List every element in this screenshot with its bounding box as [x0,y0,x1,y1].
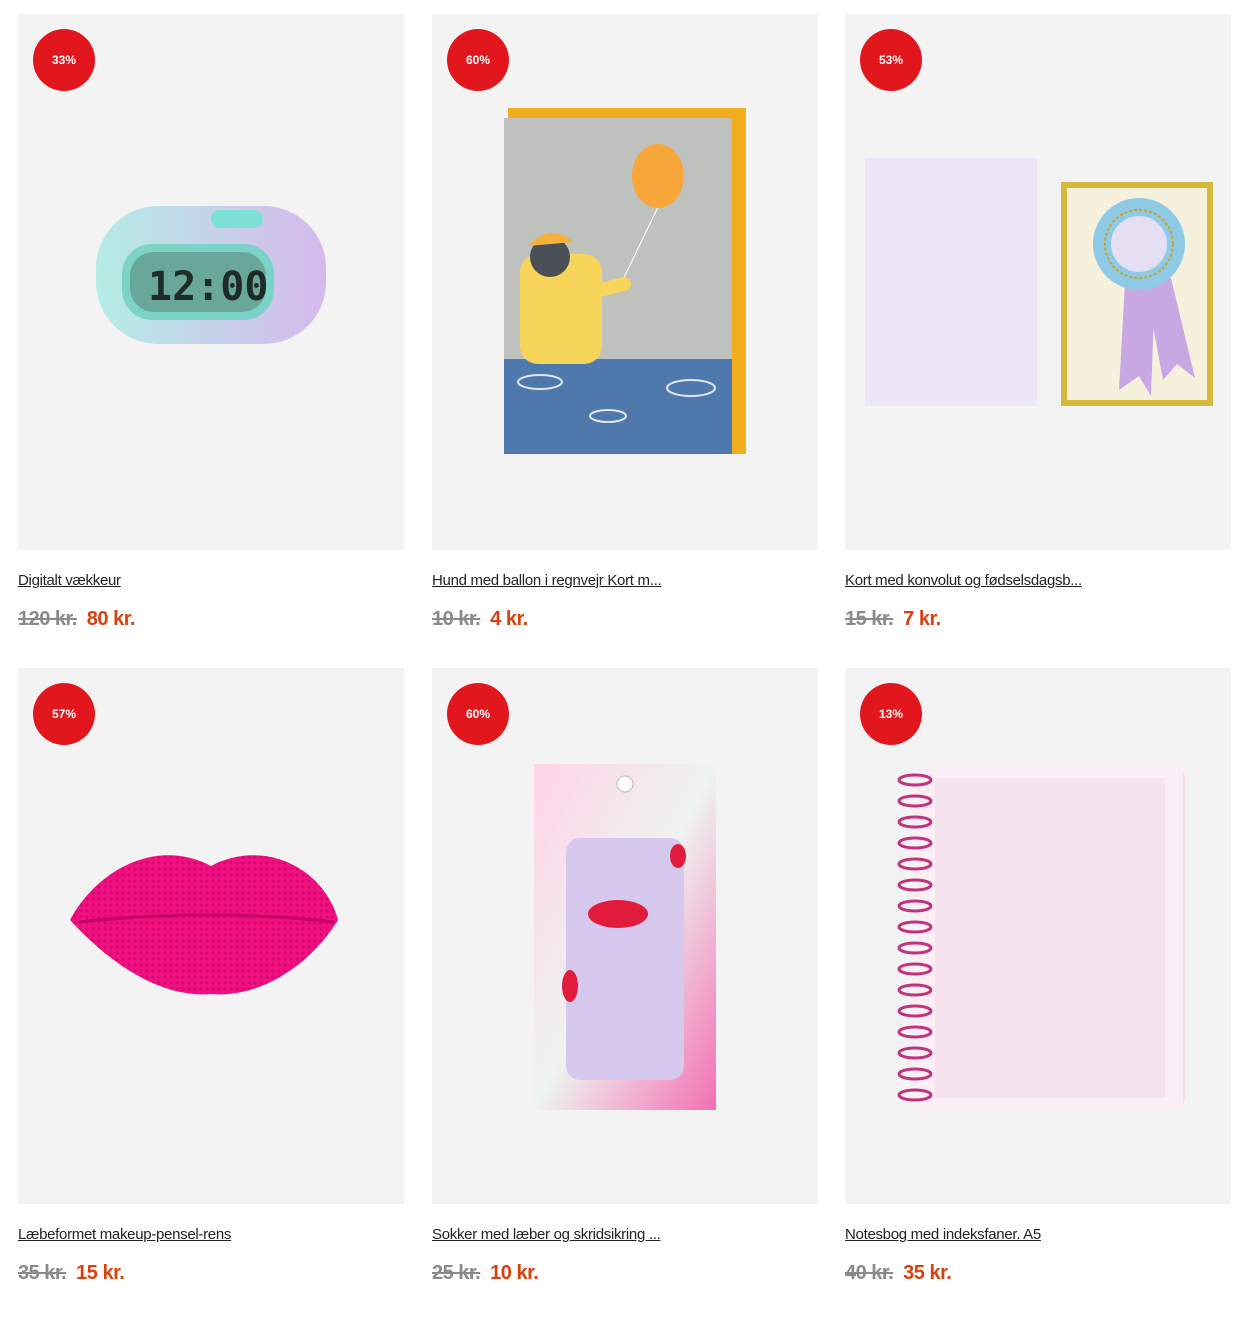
discount-badge: 60% [447,683,509,745]
discount-badge: 53% [860,29,922,91]
discount-badge: 33% [33,29,95,91]
product-card[interactable]: 57% Læbeformet makeup-pensel-rens 35 kr.… [18,668,404,1285]
product-title-link[interactable]: Sokker med læber og skridsikring ... [432,1226,818,1243]
product-image[interactable]: 60% [432,668,818,1204]
old-price: 35 kr. [18,1262,67,1284]
product-card[interactable]: 60% Hund med ballon i regnvejr Kort m...… [432,14,818,631]
price-row: 120 kr. 80 kr. [18,608,404,631]
product-card[interactable]: 53% Kort med konvolut og fødselsdagsb...… [845,14,1231,631]
notebook-icon [897,766,1185,1110]
svg-text:12:00: 12:00 [148,264,268,310]
socks-pack-icon [534,764,716,1110]
product-card[interactable]: 13% Notesbog med indeksfaner. A5 40 kr. … [845,668,1231,1285]
birthday-card-icon [865,158,1213,406]
sale-price: 4 kr. [490,608,528,630]
price-row: 40 kr. 35 kr. [845,1262,1231,1285]
old-price: 10 kr. [432,608,481,630]
price-row: 15 kr. 7 kr. [845,608,1231,631]
old-price: 15 kr. [845,608,894,630]
price-row: 35 kr. 15 kr. [18,1262,404,1285]
greeting-card-icon [504,108,746,454]
product-image[interactable]: 57% [18,668,404,1204]
product-title-link[interactable]: Notesbog med indeksfaner. A5 [845,1226,1231,1243]
old-price: 40 kr. [845,1262,894,1284]
sale-price: 7 kr. [903,608,941,630]
product-grid: 12:00 33% Digitalt vækkeur 120 kr. 80 kr… [0,0,1250,1317]
product-image[interactable]: 60% [432,14,818,550]
price-row: 10 kr. 4 kr. [432,608,818,631]
product-image[interactable]: 13% [845,668,1231,1204]
discount-badge: 57% [33,683,95,745]
sale-price: 35 kr. [903,1262,952,1284]
sale-price: 10 kr. [490,1262,539,1284]
old-price: 120 kr. [18,608,77,630]
product-title-link[interactable]: Kort med konvolut og fødselsdagsb... [845,572,1231,589]
product-title-link[interactable]: Læbeformet makeup-pensel-rens [18,1226,404,1243]
alarm-clock-icon: 12:00 [96,206,326,344]
product-image[interactable]: 53% [845,14,1231,550]
sale-price: 15 kr. [76,1262,125,1284]
product-title-link[interactable]: Digitalt vækkeur [18,572,404,589]
product-image[interactable]: 12:00 33% [18,14,404,550]
lip-brush-cleaner-icon [70,855,338,995]
sale-price: 80 kr. [86,608,136,630]
product-card[interactable]: 60% Sokker med læber og skridsikring ...… [432,668,818,1285]
discount-badge: 60% [447,29,509,91]
price-row: 25 kr. 10 kr. [432,1262,818,1285]
discount-badge: 13% [860,683,922,745]
old-price: 25 kr. [432,1262,481,1284]
product-title-link[interactable]: Hund med ballon i regnvejr Kort m... [432,572,818,589]
product-card[interactable]: 12:00 33% Digitalt vækkeur 120 kr. 80 kr… [18,14,404,631]
